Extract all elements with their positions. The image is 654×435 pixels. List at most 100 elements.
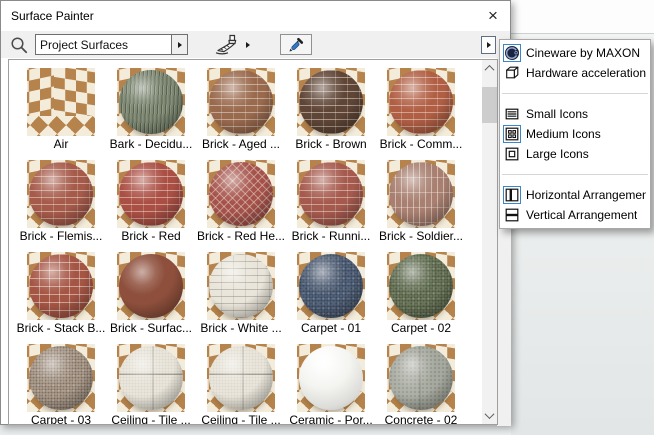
scrollbar-thumb[interactable] xyxy=(482,87,497,123)
surface-filter-input[interactable] xyxy=(35,34,171,55)
sphere-shading xyxy=(29,346,93,410)
flyout-arrow-icon xyxy=(486,41,491,48)
sphere-shading xyxy=(389,254,453,318)
surface-thumbnail xyxy=(297,252,365,320)
dropdown-arrow-icon xyxy=(177,41,182,48)
menu-item-hardware-acceleration[interactable]: Hardware acceleration xyxy=(500,63,650,83)
surface-thumbnail xyxy=(27,252,95,320)
menu-item-label: Small Icons xyxy=(526,107,589,121)
medium-icons-icon xyxy=(503,125,521,143)
surface-tile-brick-runni[interactable]: Brick - Runni... xyxy=(286,160,376,252)
surface-thumbnail xyxy=(117,344,185,412)
horizontal-split-icon xyxy=(503,186,521,204)
menu-item-label: Medium Icons xyxy=(526,127,601,141)
background-app-strip xyxy=(511,0,654,34)
paint-brush-icon[interactable] xyxy=(214,34,240,55)
surface-thumbnail xyxy=(297,344,365,412)
surface-tile-carpet-02[interactable]: Carpet - 02 xyxy=(376,252,466,344)
large-icons-icon xyxy=(503,145,521,163)
checker-floor xyxy=(27,116,95,136)
surface-label: Brick - Aged ... xyxy=(201,137,281,151)
surface-label: Brick - Surfac... xyxy=(109,321,192,335)
surface-tile-ceiling-tile[interactable]: Ceiling - Tile ... xyxy=(106,344,196,424)
surface-tile-brick-white[interactable]: Brick - White ... xyxy=(196,252,286,344)
search-icon xyxy=(10,36,28,54)
scroll-down-button[interactable] xyxy=(482,407,497,424)
surface-tile-concrete-02[interactable]: Concrete - 02 xyxy=(376,344,466,425)
surface-label: Concrete - 02 xyxy=(384,413,458,425)
surface-tile-brick-red[interactable]: Brick - Red xyxy=(106,160,196,252)
surface-thumbnail xyxy=(207,160,275,228)
surface-tile-brick-stack-b[interactable]: Brick - Stack B... xyxy=(16,252,106,344)
surface-thumbnail xyxy=(27,344,95,412)
chevron-down-icon xyxy=(484,409,495,420)
surface-tile-brick-surfac[interactable]: Brick - Surfac... xyxy=(106,252,196,344)
surface-label: Brick - White ... xyxy=(200,321,282,335)
close-button[interactable]: × xyxy=(476,1,510,31)
surface-tile-brick-brown[interactable]: Brick - Brown xyxy=(286,68,376,160)
surface-thumbnail xyxy=(27,68,95,136)
menu-item-vertical-arrangement[interactable]: Vertical Arrangement xyxy=(500,205,650,225)
surface-label: Brick - Red He... xyxy=(196,229,286,243)
surface-label: Brick - Flemis... xyxy=(19,229,103,243)
surface-tile-carpet-01[interactable]: Carpet - 01 xyxy=(286,252,376,344)
menu-item-horizontal-arrangement[interactable]: Horizontal Arrangement xyxy=(500,185,650,205)
checker-room-backdrop xyxy=(27,68,95,136)
surface-thumbnail xyxy=(387,252,455,320)
menu-item-large-icons[interactable]: Large Icons xyxy=(500,144,650,164)
material-sphere xyxy=(119,254,183,318)
menu-item-label: Cineware by MAXON xyxy=(526,46,641,60)
material-sphere xyxy=(299,254,363,318)
surface-thumbnail xyxy=(297,160,365,228)
filter-dropdown-button[interactable] xyxy=(171,34,188,55)
sphere-shading xyxy=(29,254,93,318)
surface-tile-brick-comm[interactable]: Brick - Comm... xyxy=(376,68,466,160)
cineware-icon xyxy=(503,44,521,62)
surface-tile-air[interactable]: Air xyxy=(16,68,106,160)
surface-tile-brick-aged[interactable]: Brick - Aged ... xyxy=(196,68,286,160)
surface-label: Brick - Soldier... xyxy=(378,229,464,243)
sphere-shading xyxy=(119,254,183,318)
cube-icon xyxy=(503,64,521,82)
material-sphere xyxy=(389,162,453,226)
surface-tile-brick-soldier[interactable]: Brick - Soldier... xyxy=(376,160,466,252)
surface-tile-carpet-03[interactable]: Carpet - 03 xyxy=(16,344,106,424)
surface-label: Brick - Red xyxy=(121,229,181,243)
menu-item-label: Hardware acceleration xyxy=(526,66,646,80)
surface-grid: Air Bark - Decidu... Brick - Aged ... Br… xyxy=(9,60,497,425)
checker-wall-right xyxy=(54,68,95,124)
surface-tile-brick-flemis[interactable]: Brick - Flemis... xyxy=(16,160,106,252)
sphere-shading xyxy=(209,70,273,134)
surface-thumbnail xyxy=(117,252,185,320)
material-sphere xyxy=(29,162,93,226)
menu-item-small-icons[interactable]: Small Icons xyxy=(500,104,650,124)
sphere-shading xyxy=(209,346,273,410)
material-sphere xyxy=(389,70,453,134)
surface-tile-ceiling-tile[interactable]: Ceiling - Tile ... xyxy=(196,344,286,424)
surface-thumbnail xyxy=(387,68,455,136)
vertical-scrollbar[interactable] xyxy=(482,60,497,424)
brush-flyout-arrow-icon[interactable] xyxy=(246,41,250,48)
sphere-shading xyxy=(389,70,453,134)
menu-item-label: Horizontal Arrangement xyxy=(526,188,646,202)
view-options-flyout-button[interactable] xyxy=(481,35,496,54)
surface-label: Brick - Stack B... xyxy=(16,321,106,335)
surface-label: Bark - Decidu... xyxy=(109,137,193,151)
chevron-up-icon xyxy=(484,64,495,75)
small-icons-icon xyxy=(503,105,521,123)
surface-tile-brick-red-he[interactable]: Brick - Red He... xyxy=(196,160,286,252)
surface-painter-dialog: Surface Painter × Project Surfaces Air B… xyxy=(0,0,511,426)
surface-label: Brick - Comm... xyxy=(379,137,463,151)
material-sphere xyxy=(209,346,273,410)
scroll-up-button[interactable] xyxy=(482,60,497,77)
sphere-shading xyxy=(389,162,453,226)
eyedropper-button[interactable] xyxy=(280,34,312,55)
menu-item-medium-icons[interactable]: Medium Icons xyxy=(500,124,650,144)
material-sphere xyxy=(209,162,273,226)
surface-tile-bark-decidu[interactable]: Bark - Decidu... xyxy=(106,68,196,160)
menu-item-cineware-by-maxon[interactable]: Cineware by MAXON xyxy=(500,43,650,63)
surface-tile-ceramic-por[interactable]: Ceramic - Por... xyxy=(286,344,376,424)
sphere-shading xyxy=(119,346,183,410)
material-sphere xyxy=(119,70,183,134)
surface-thumbnail xyxy=(207,252,275,320)
